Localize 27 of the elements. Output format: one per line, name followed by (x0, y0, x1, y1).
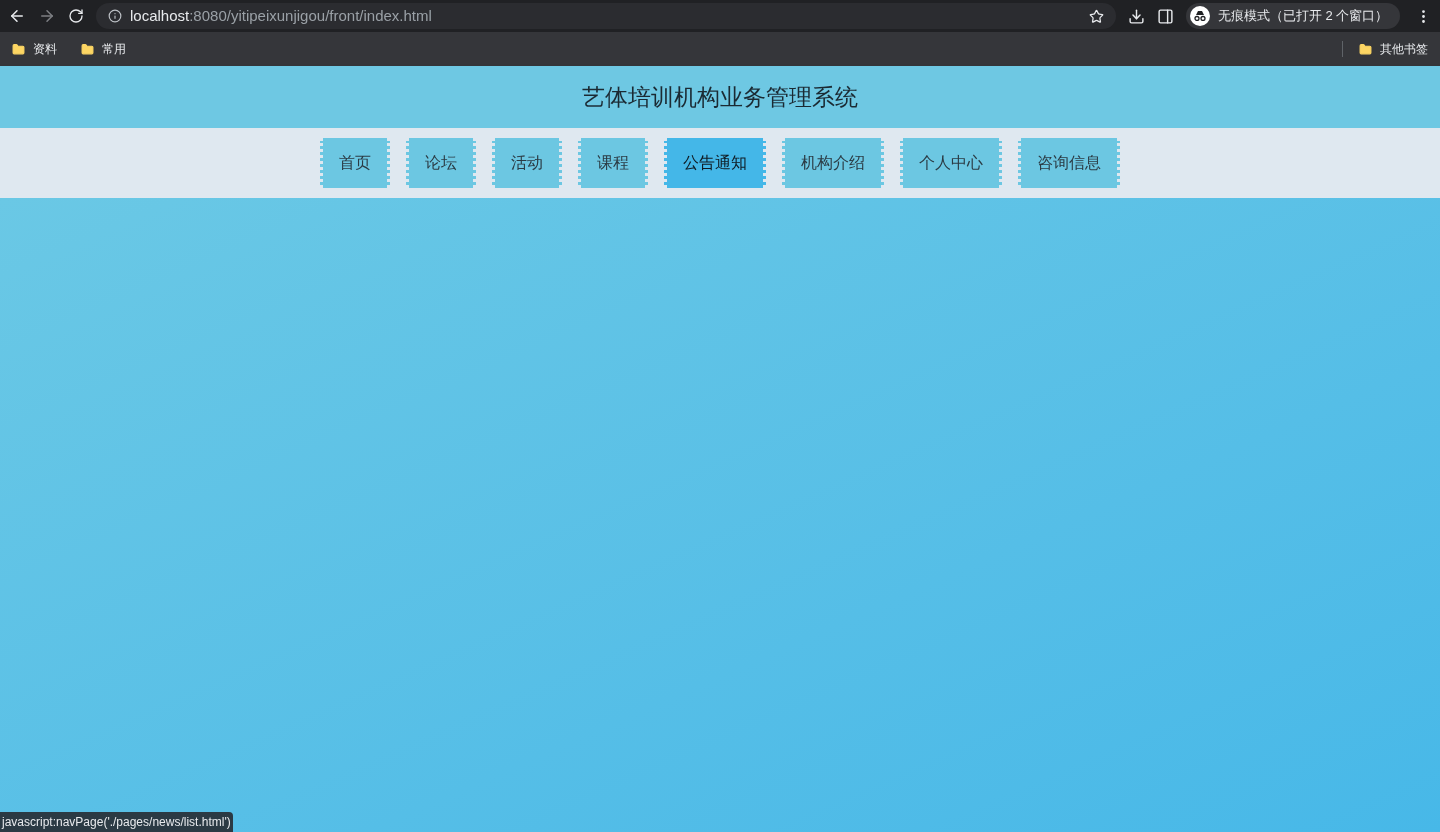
bookmark[interactable]: 其他书签 (1359, 40, 1432, 58)
site-title: 艺体培训机构业务管理系统 (582, 82, 858, 112)
nav-tab[interactable]: 活动 (492, 138, 562, 188)
incognito-icon (1190, 6, 1210, 26)
side-panel-icon[interactable] (1157, 7, 1174, 25)
nav-tab[interactable]: 论坛 (406, 138, 476, 188)
incognito-chip[interactable]: 无痕模式（已打开 2 个窗口） (1186, 3, 1401, 29)
folder-icon (1359, 42, 1372, 56)
nav-tab[interactable]: 课程 (578, 138, 648, 188)
nav-tab[interactable]: 公告通知 (664, 138, 766, 188)
nav-tab[interactable]: 机构介绍 (782, 138, 884, 188)
back-icon[interactable] (8, 7, 26, 25)
bookmark[interactable]: 资料 (8, 40, 61, 58)
reload-icon[interactable] (68, 8, 84, 24)
download-icon[interactable] (1128, 7, 1145, 25)
star-icon[interactable] (1089, 8, 1104, 24)
nav-tab[interactable]: 首页 (320, 138, 390, 188)
info-icon[interactable] (108, 9, 122, 23)
folder-icon (12, 42, 25, 56)
nav-tab[interactable]: 咨询信息 (1018, 138, 1120, 188)
url-text: localhost:8080/yitipeixunjigou/front/index.html (130, 5, 432, 26)
status-tooltip: javascript:navPage('./pages/news/list.html') (0, 812, 233, 832)
nav-tab[interactable]: 个人中心 (900, 138, 1002, 188)
folder-icon (81, 42, 94, 56)
forward-icon[interactable] (38, 7, 56, 25)
bookmark[interactable]: 常用 (77, 40, 130, 58)
address-bar[interactable]: localhost:8080/yitipeixunjigou/front/index.html (96, 3, 1116, 29)
